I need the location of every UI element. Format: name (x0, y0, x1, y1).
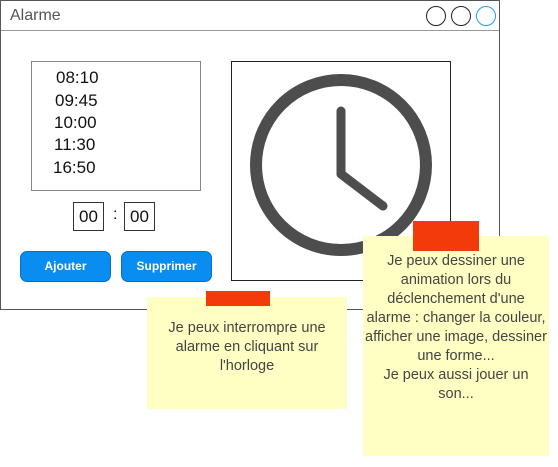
hours-input[interactable]: 00 (73, 202, 104, 231)
minimize-button[interactable] (426, 6, 446, 26)
sticky-note-interrupt: Je peux interrompre une alarme en cliqua… (147, 291, 347, 409)
add-alarm-button[interactable]: Ajouter (20, 251, 111, 282)
tape (206, 291, 270, 306)
alarm-item[interactable]: 10:00 (54, 113, 97, 133)
minutes-input[interactable]: 00 (124, 202, 155, 231)
note-text: Je peux interrompre une alarme en cliqua… (168, 320, 326, 374)
sticky-note-animation: Je peux dessiner une animation lors du d… (363, 221, 549, 456)
time-separator: : (113, 206, 118, 223)
note-text: Je peux dessiner une animation lors du d… (365, 253, 547, 402)
window-title: Alarme (10, 7, 61, 24)
maximize-button[interactable] (451, 6, 471, 26)
alarm-item[interactable]: 16:50 (53, 158, 96, 178)
delete-alarm-button[interactable]: Supprimer (121, 251, 212, 282)
close-button[interactable] (476, 6, 496, 26)
alarm-list[interactable]: 08:10 09:45 10:00 11:30 16:50 (31, 61, 201, 191)
alarm-item[interactable]: 08:10 (56, 68, 99, 88)
title-bar: Alarme (1, 1, 499, 31)
alarm-item[interactable]: 09:45 (55, 91, 98, 111)
tape (413, 221, 479, 251)
alarm-item[interactable]: 11:30 (54, 135, 95, 155)
